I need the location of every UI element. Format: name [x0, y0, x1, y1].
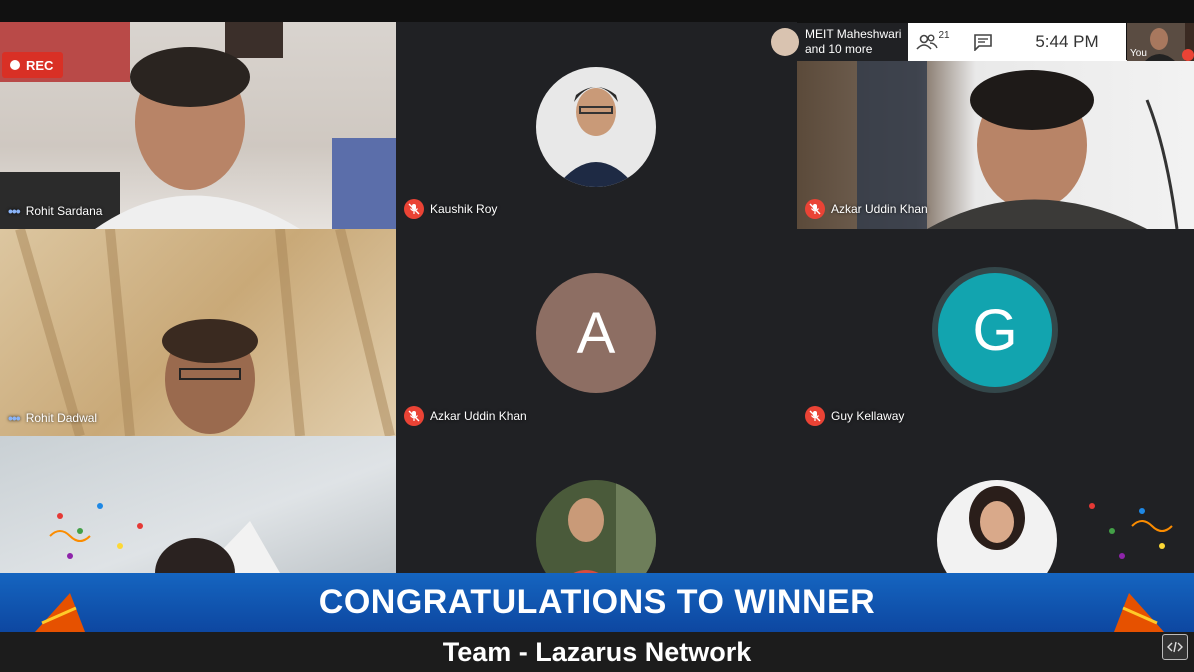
party-popper-left-icon	[35, 593, 85, 632]
embed-code-button[interactable]	[1162, 634, 1188, 660]
person-photo-icon	[969, 486, 1025, 550]
participant-name: Guy Kellaway	[831, 409, 905, 423]
self-view-tile[interactable]: You	[1127, 23, 1194, 61]
presenter-name: MEIT Maheshwari	[805, 27, 902, 41]
participant-name-tag: Kaushik Roy	[404, 199, 497, 219]
clock-time: 5:44 PM	[1035, 32, 1099, 51]
chat-button[interactable]	[958, 33, 1008, 51]
participant-name-tag: Guy Kellaway	[805, 406, 904, 426]
participant-name-tag: Azkar Uddin Khan	[805, 199, 928, 219]
winner-banner: CONGRATULATIONS TO WINNER	[0, 573, 1194, 632]
record-dot-icon	[10, 60, 20, 70]
video-tile-bottom-left[interactable]	[0, 436, 396, 573]
video-tile-kaushik-roy[interactable]: Kaushik Roy	[396, 22, 797, 229]
video-tile-bottom-right[interactable]	[797, 436, 1194, 573]
video-tile-bottom-middle[interactable]	[396, 436, 797, 573]
person-photo-icon	[568, 480, 656, 573]
person-photo-icon	[556, 87, 636, 187]
confetti-icon	[49, 503, 143, 559]
recording-indicator: REC	[2, 52, 64, 78]
mic-off-icon	[805, 406, 825, 426]
video-feed	[49, 503, 280, 573]
participant-name-tag: ••• Rohit Dadwal	[8, 410, 97, 426]
party-popper-right-icon	[1114, 593, 1164, 632]
people-icon	[916, 34, 939, 50]
code-icon	[1167, 641, 1183, 653]
video-tile-rohit-sardana[interactable]: REC ••• Rohit Sardana	[0, 22, 396, 229]
banner-title: CONGRATULATIONS TO WINNER	[318, 583, 876, 621]
initial-avatar: G	[932, 267, 1058, 393]
video-tile-azkar-uddin-khan-avatar[interactable]: A Azkar Uddin Khan	[396, 229, 797, 436]
participant-count: 21	[938, 30, 950, 41]
chat-icon	[974, 33, 992, 51]
video-tile-rohit-dadwal[interactable]: ••• Rohit Dadwal	[0, 229, 396, 436]
confetti-icon	[1089, 503, 1173, 559]
presenter-widget[interactable]: MEIT Maheshwari and 10 more	[765, 23, 908, 61]
mic-off-icon	[805, 199, 825, 219]
presenter-more: and 10 more	[805, 42, 873, 56]
profile-photo	[536, 480, 656, 573]
profile-photo	[937, 480, 1057, 573]
video-tile-azkar-uddin-khan[interactable]: Azkar Uddin Khan	[797, 60, 1194, 229]
banner-subtitle: Team - Lazarus Network	[442, 636, 752, 667]
top-strip	[0, 0, 1194, 22]
participant-name-tag: ••• Rohit Sardana	[8, 203, 102, 219]
participant-name: Rohit Sardana	[25, 204, 103, 218]
participant-name: Azkar Uddin Khan	[430, 409, 527, 423]
speaking-dots-icon: •••	[8, 203, 21, 219]
participant-name-tag: Azkar Uddin Khan	[404, 406, 527, 426]
video-feed	[15, 229, 395, 436]
mic-off-icon	[404, 199, 424, 219]
initial-avatar: A	[536, 273, 656, 393]
speaking-dots-icon: •••	[8, 410, 21, 426]
participant-name: Kaushik Roy	[430, 202, 498, 216]
participant-name: Azkar Uddin Khan	[831, 202, 928, 216]
participant-name: Rohit Dadwal	[25, 411, 98, 425]
presenter-avatar	[771, 28, 799, 56]
self-mic-off-icon	[1182, 49, 1194, 61]
video-tile-guy-kellaway[interactable]: G Guy Kellaway	[797, 229, 1194, 436]
avatar-initial: A	[576, 300, 616, 366]
winner-subtitle-bar: Team - Lazarus Network	[0, 632, 1194, 672]
participants-button[interactable]: 21	[908, 30, 958, 50]
self-label: You	[1130, 48, 1147, 59]
recording-label: REC	[26, 57, 54, 73]
mic-off-icon	[404, 406, 424, 426]
meeting-toolbar: 21 5:44 PM	[908, 23, 1126, 61]
avatar-initial: G	[972, 297, 1018, 363]
profile-photo	[536, 67, 656, 187]
